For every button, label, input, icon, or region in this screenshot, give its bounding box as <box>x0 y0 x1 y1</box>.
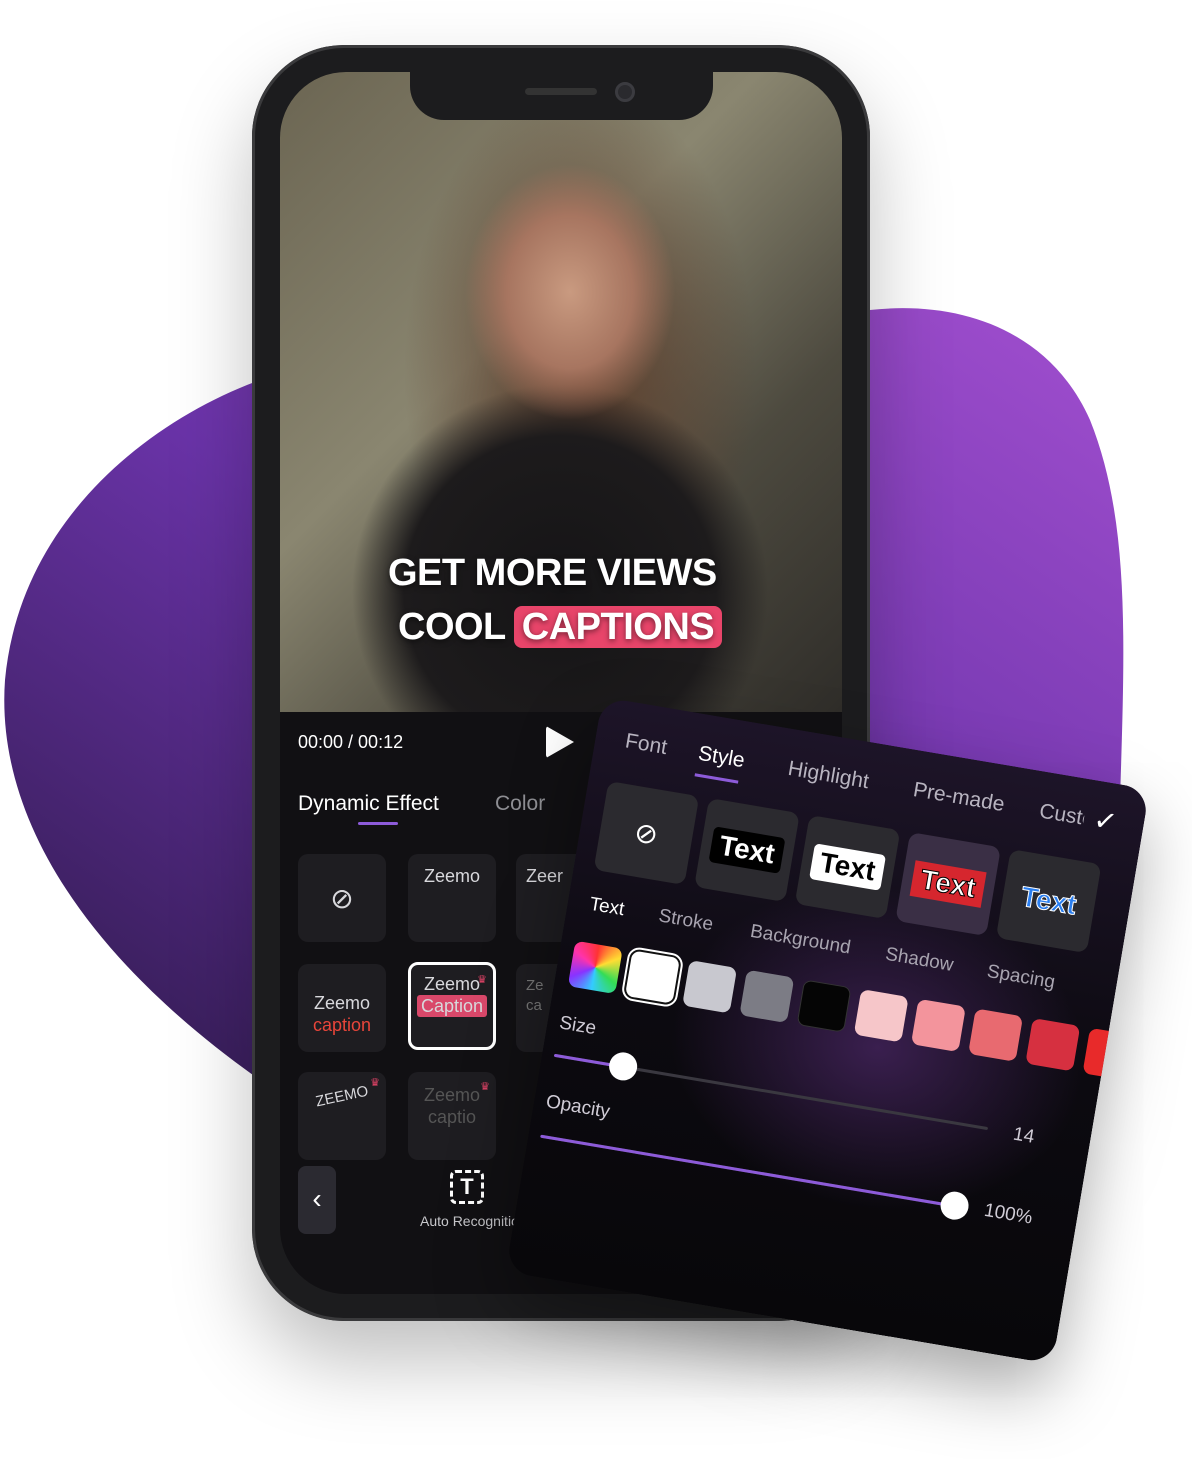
size-label: Size <box>557 1012 598 1040</box>
check-icon[interactable]: ✓ <box>1091 803 1120 839</box>
auto-recognition-icon[interactable]: T <box>450 1170 484 1204</box>
color-swatch[interactable] <box>682 960 738 1014</box>
size-slider-handle[interactable] <box>607 1050 640 1083</box>
effect-label: Zeemo <box>423 866 481 886</box>
tab-color[interactable]: Color <box>495 792 545 816</box>
effect-label-2: Caption <box>417 995 487 1017</box>
back-button[interactable]: ‹ <box>298 1166 336 1234</box>
caption-word: COOL <box>398 606 506 648</box>
caption-highlight-word: CAPTIONS <box>513 606 723 648</box>
opacity-slider-handle[interactable] <box>938 1189 971 1222</box>
none-icon: ⊘ <box>632 815 661 851</box>
style-item[interactable]: Text <box>794 815 901 920</box>
color-swatch[interactable] <box>968 1008 1024 1062</box>
opacity-slider-fill <box>540 1134 955 1208</box>
active-tab-underline <box>358 822 398 825</box>
style-panel: Font Style Highlight Pre-made Custom ✓ ⊘… <box>505 696 1150 1365</box>
subtab-spacing[interactable]: Spacing <box>985 961 1056 994</box>
style-none[interactable]: ⊘ <box>593 780 700 886</box>
color-swatch[interactable] <box>796 979 852 1033</box>
panel-tab-highlight[interactable]: Highlight <box>786 757 870 794</box>
effect-item[interactable]: ♛ ZEEMO <box>298 1072 386 1160</box>
color-swatch[interactable] <box>1025 1018 1081 1072</box>
caption-line-1: GET MORE VIEWS <box>388 552 717 594</box>
caption-line-2: COOL CAPTIONS <box>398 606 723 649</box>
subtab-text[interactable]: Text <box>588 894 626 922</box>
active-tab-underline <box>694 773 739 784</box>
subtab-background[interactable]: Background <box>749 921 852 960</box>
effect-label-2: caption <box>312 1015 372 1035</box>
effect-item[interactable]: Zeemo caption <box>298 964 386 1052</box>
effect-label: Zeer <box>526 866 564 886</box>
camera-icon <box>615 82 635 102</box>
crown-icon: ♛ <box>477 974 487 986</box>
subtab-shadow[interactable]: Shadow <box>884 944 955 977</box>
opacity-value: 100% <box>982 1199 1034 1229</box>
video-preview[interactable]: GET MORE VIEWS COOL CAPTIONS <box>280 72 842 712</box>
effect-none[interactable]: ⊘ <box>298 854 386 942</box>
style-label: Text <box>909 860 987 908</box>
style-item[interactable]: Text <box>895 832 1001 937</box>
style-item[interactable]: Text <box>995 849 1102 954</box>
auto-recognition-label[interactable]: Auto Recognition <box>420 1212 516 1230</box>
style-label: Text <box>809 843 886 891</box>
panel-tab-font[interactable]: Font <box>623 729 669 760</box>
color-swatch[interactable] <box>739 969 795 1024</box>
color-swatch[interactable] <box>910 998 966 1053</box>
tab-dynamic-effect[interactable]: Dynamic Effect <box>298 792 439 816</box>
effect-item-selected[interactable]: ♛ Zeemo Caption <box>408 962 496 1050</box>
panel-tab-style[interactable]: Style <box>696 742 747 773</box>
color-swatch[interactable] <box>567 940 623 995</box>
subtab-stroke[interactable]: Stroke <box>657 905 715 936</box>
none-icon: ⊘ <box>330 883 354 914</box>
style-item[interactable]: Text <box>694 798 800 903</box>
opacity-label: Opacity <box>544 1091 612 1123</box>
color-swatch[interactable] <box>853 989 909 1043</box>
chevron-left-icon: ‹ <box>312 1183 322 1214</box>
effect-item[interactable]: ♛ Zeemo captio <box>408 1072 496 1160</box>
size-value: 14 <box>1011 1123 1036 1148</box>
effect-label: ZEEMO <box>314 1082 370 1111</box>
effect-item[interactable]: Zeemo <box>408 854 496 942</box>
effect-label-2: captio <box>427 1107 477 1127</box>
notch <box>410 72 713 120</box>
style-label: Text <box>1018 880 1079 921</box>
panel-tab-custom[interactable]: Custom <box>1038 799 1086 830</box>
panel-tab-premade[interactable]: Pre-made <box>911 778 1006 817</box>
color-swatch[interactable] <box>624 950 680 1004</box>
effect-label: Zeemo <box>313 993 371 1013</box>
play-icon[interactable] <box>546 726 574 758</box>
playback-time: 00:00 / 00:12 <box>298 732 404 752</box>
style-label: Text <box>708 826 786 874</box>
crown-icon: ♛ <box>480 1081 490 1093</box>
speaker <box>525 88 597 95</box>
